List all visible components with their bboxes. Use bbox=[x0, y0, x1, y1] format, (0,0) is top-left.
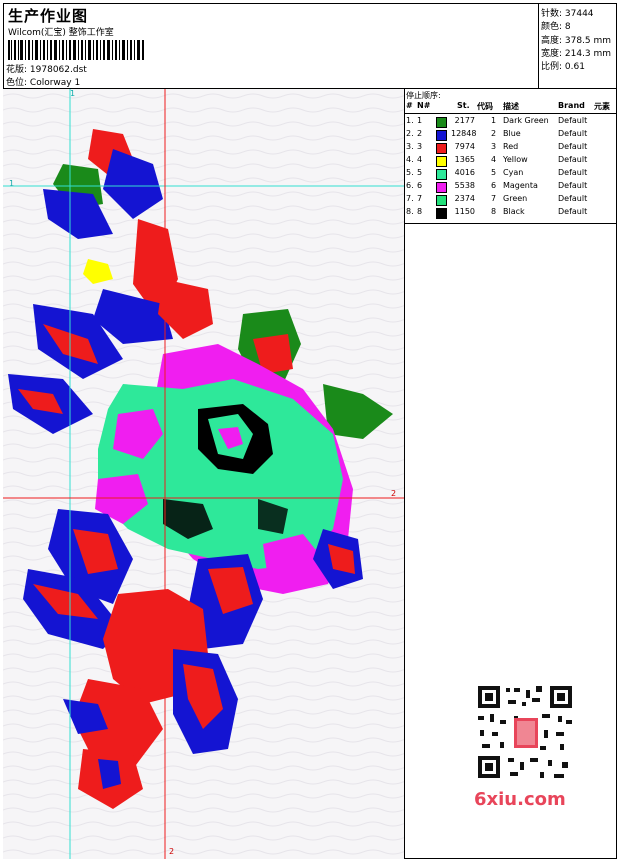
color-swatch bbox=[436, 195, 447, 206]
design-width: 宽度: 214.3 mm bbox=[541, 49, 612, 59]
stop-order-title: 停止顺序: bbox=[406, 91, 441, 100]
row-stitches: 1365 bbox=[454, 155, 475, 164]
table-header: # N# St. 代码 描述 Brand 元素 bbox=[405, 101, 617, 114]
row-n: 4 bbox=[417, 155, 423, 164]
table-row[interactable]: 3. 3 7974 3 Red Default bbox=[405, 142, 617, 155]
row-n: 7 bbox=[417, 194, 423, 203]
row-num: 1. bbox=[406, 116, 414, 125]
col-n: N# bbox=[417, 101, 431, 110]
row-stitches: 12848 bbox=[451, 129, 477, 138]
table-row[interactable]: 6. 6 5538 6 Magenta Default bbox=[405, 181, 617, 194]
row-brand: Default bbox=[558, 194, 588, 203]
table-row[interactable]: 2. 2 12848 2 Blue Default bbox=[405, 129, 617, 142]
qr-code-image bbox=[470, 680, 580, 785]
row-desc: Cyan bbox=[503, 168, 524, 177]
stats-panel: 针数: 37444 颜色: 8 高度: 378.5 mm 宽度: 214.3 m… bbox=[539, 3, 617, 89]
row-desc: Black bbox=[503, 207, 525, 216]
barcode-image bbox=[8, 40, 144, 60]
table-row[interactable]: 8. 8 1150 8 Black Default bbox=[405, 207, 617, 220]
color-swatch bbox=[436, 182, 447, 193]
row-num: 4. bbox=[406, 155, 414, 164]
color-swatch bbox=[436, 156, 447, 167]
color-swatch bbox=[436, 143, 447, 154]
design-height: 高度: 378.5 mm bbox=[541, 36, 612, 46]
col-elem: 元素 bbox=[594, 102, 610, 111]
col-num: # bbox=[406, 101, 413, 110]
row-brand: Default bbox=[558, 129, 588, 138]
row-stitches: 2177 bbox=[454, 116, 475, 125]
embroidery-design bbox=[3, 89, 404, 859]
guide-label-v1: 1 bbox=[70, 89, 76, 98]
row-stitches: 2374 bbox=[454, 194, 475, 203]
guide-label-h1: 1 bbox=[9, 179, 15, 188]
row-code: 7 bbox=[491, 194, 497, 203]
row-desc: Yellow bbox=[503, 155, 528, 164]
header-panel: 生产作业图 Wilcom(汇宝) 整饰工作室 花版: 1978062.dst 色… bbox=[3, 3, 539, 89]
row-stitches: 5538 bbox=[454, 181, 475, 190]
row-code: 1 bbox=[491, 116, 497, 125]
row-n: 5 bbox=[417, 168, 423, 177]
page-title: 生产作业图 bbox=[8, 7, 89, 25]
studio-subtitle: Wilcom(汇宝) 整饰工作室 bbox=[8, 28, 114, 38]
design-canvas[interactable]: 1 1 2 2 bbox=[3, 89, 405, 859]
row-brand: Default bbox=[558, 168, 588, 177]
color-swatch bbox=[436, 117, 447, 128]
row-code: 6 bbox=[491, 181, 497, 190]
col-desc: 描述 bbox=[503, 102, 519, 111]
guide-label-v2: 2 bbox=[169, 847, 175, 856]
row-brand: Default bbox=[558, 155, 588, 164]
pattern-info: 花版: 1978062.dst bbox=[6, 62, 87, 75]
row-code: 4 bbox=[491, 155, 497, 164]
table-row[interactable]: 1. 1 2177 1 Dark Green Default bbox=[405, 116, 617, 129]
pattern-label: 花版: bbox=[6, 65, 28, 75]
row-brand: Default bbox=[558, 207, 588, 216]
row-brand: Default bbox=[558, 116, 588, 125]
row-stitches: 7974 bbox=[454, 142, 475, 151]
qr-code bbox=[470, 680, 580, 785]
watermark-text: 6xiu.com bbox=[474, 789, 566, 810]
row-brand: Default bbox=[558, 142, 588, 151]
row-num: 6. bbox=[406, 181, 414, 190]
table-row[interactable]: 7. 7 2374 7 Green Default bbox=[405, 194, 617, 207]
row-num: 2. bbox=[406, 129, 414, 138]
row-desc: Magenta bbox=[503, 181, 538, 190]
row-desc: Red bbox=[503, 142, 519, 151]
row-n: 8 bbox=[417, 207, 423, 216]
thread-table: 停止顺序: # N# St. 代码 描述 Brand 元素 1. 1 2177 1 Da… bbox=[405, 89, 617, 224]
color-swatch bbox=[436, 169, 447, 180]
row-num: 5. bbox=[406, 168, 414, 177]
row-num: 7. bbox=[406, 194, 414, 203]
guide-label-h2: 2 bbox=[391, 489, 397, 498]
colorway-label: 色位: bbox=[6, 78, 28, 88]
row-num: 8. bbox=[406, 207, 414, 216]
row-code: 5 bbox=[491, 168, 497, 177]
col-code: 代码 bbox=[477, 102, 493, 111]
row-desc: Blue bbox=[503, 129, 521, 138]
row-n: 6 bbox=[417, 181, 423, 190]
row-stitches: 4016 bbox=[454, 168, 475, 177]
row-n: 2 bbox=[417, 129, 423, 138]
table-row[interactable]: 4. 4 1365 4 Yellow Default bbox=[405, 155, 617, 168]
color-swatch bbox=[436, 208, 447, 219]
row-num: 3. bbox=[406, 142, 414, 151]
row-n: 1 bbox=[417, 116, 423, 125]
row-code: 8 bbox=[491, 207, 497, 216]
design-scale: 比例: 0.61 bbox=[541, 62, 585, 72]
row-desc: Green bbox=[503, 194, 528, 203]
row-stitches: 1150 bbox=[454, 207, 475, 216]
color-swatch bbox=[436, 130, 447, 141]
colorway-info: 色位: Colorway 1 bbox=[6, 75, 80, 88]
color-count: 颜色: 8 bbox=[541, 22, 571, 32]
row-desc: Dark Green bbox=[503, 116, 549, 125]
row-brand: Default bbox=[558, 181, 588, 190]
colorway-value: Colorway 1 bbox=[29, 78, 81, 88]
col-st: St. bbox=[457, 101, 470, 110]
stitch-count: 针数: 37444 bbox=[541, 9, 594, 19]
row-n: 3 bbox=[417, 142, 423, 151]
col-brand: Brand bbox=[558, 101, 585, 110]
row-code: 3 bbox=[491, 142, 497, 151]
table-row[interactable]: 5. 5 4016 5 Cyan Default bbox=[405, 168, 617, 181]
pattern-value: 1978062.dst bbox=[29, 65, 87, 75]
row-code: 2 bbox=[491, 129, 497, 138]
